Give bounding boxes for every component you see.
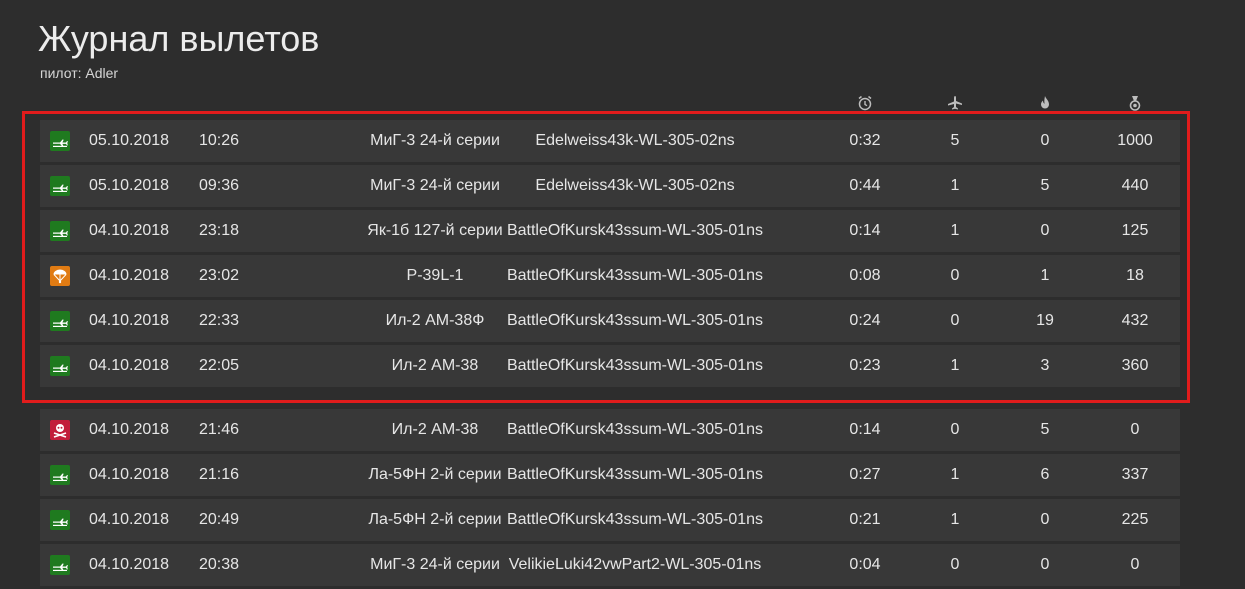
mission-cell: Edelweiss43k-WL-305-02ns <box>535 132 735 149</box>
landed-icon <box>50 131 70 151</box>
ground-kills-cell: 5 <box>1040 177 1050 194</box>
score-cell: 0 <box>1130 421 1140 438</box>
table-gap <box>40 390 1180 409</box>
landed-icon <box>50 555 70 575</box>
score-cell: 0 <box>1130 556 1140 573</box>
time-cell: 10:26 <box>199 132 240 149</box>
date-cell: 04.10.2018 <box>89 222 170 239</box>
air-kills-cell: 1 <box>950 177 960 194</box>
sorties-table: 05.10.2018 10:26 МиГ-3 24-й серии Edelweiss… <box>40 120 1180 589</box>
score-cell: 225 <box>1121 511 1149 528</box>
column-header-icons <box>40 93 1180 113</box>
air-kills-cell: 1 <box>950 222 960 239</box>
table-row[interactable]: 04.10.2018 23:02 P-39L-1 BattleOfKursk43ssu… <box>40 255 1180 297</box>
mission-cell: BattleOfKursk43ssum-WL-305-01ns <box>506 511 764 528</box>
table-row[interactable]: 05.10.2018 09:36 МиГ-3 24-й серии Edelweiss… <box>40 165 1180 207</box>
mission-cell: BattleOfKursk43ssum-WL-305-01ns <box>506 267 764 284</box>
alarm-clock-icon[interactable] <box>855 93 875 113</box>
air-kills-cell: 1 <box>950 357 960 374</box>
table-row[interactable]: 04.10.2018 22:33 Ил-2 АМ-38Ф BattleOfKursk4… <box>40 300 1180 342</box>
airplane-icon[interactable] <box>945 93 965 113</box>
ground-kills-cell: 5 <box>1040 421 1050 438</box>
air-kills-cell: 1 <box>950 511 960 528</box>
pilot-subtitle: пилот: Adler <box>40 65 119 81</box>
landed-icon <box>50 465 70 485</box>
score-cell: 360 <box>1121 357 1149 374</box>
duration-cell: 0:44 <box>849 177 881 194</box>
ground-kills-cell: 1 <box>1040 267 1050 284</box>
score-cell: 337 <box>1121 466 1149 483</box>
table-row[interactable]: 04.10.2018 20:38 МиГ-3 24-й серии VelikieLu… <box>40 544 1180 586</box>
air-kills-cell: 0 <box>950 312 960 329</box>
time-cell: 09:36 <box>199 177 240 194</box>
time-cell: 23:18 <box>199 222 240 239</box>
date-cell: 04.10.2018 <box>89 267 170 284</box>
table-row[interactable]: 04.10.2018 21:46 Ил-2 АМ-38 BattleOfKursk43… <box>40 409 1180 451</box>
score-cell: 18 <box>1126 267 1144 284</box>
time-cell: 22:05 <box>199 357 240 374</box>
duration-cell: 0:23 <box>849 357 881 374</box>
air-kills-cell: 0 <box>950 421 960 438</box>
score-cell: 1000 <box>1117 132 1153 149</box>
duration-cell: 0:32 <box>849 132 881 149</box>
date-cell: 05.10.2018 <box>89 177 170 194</box>
table-row[interactable]: 05.10.2018 10:26 МиГ-3 24-й серии Edelweiss… <box>40 120 1180 162</box>
time-cell: 20:49 <box>199 511 240 528</box>
duration-cell: 0:04 <box>849 556 881 573</box>
date-cell: 04.10.2018 <box>89 556 170 573</box>
ground-kills-cell: 0 <box>1040 511 1050 528</box>
page-title: Журнал вылетов <box>38 18 320 59</box>
ground-kills-cell: 6 <box>1040 466 1050 483</box>
table-row[interactable]: 04.10.2018 22:05 Ил-2 АМ-38 BattleOfKursk43… <box>40 345 1180 387</box>
fire-icon[interactable] <box>1035 93 1055 113</box>
ground-kills-cell: 19 <box>1036 312 1054 329</box>
date-cell: 04.10.2018 <box>89 511 170 528</box>
air-kills-cell: 5 <box>950 132 960 149</box>
mission-cell: BattleOfKursk43ssum-WL-305-01ns <box>506 312 764 329</box>
time-cell: 20:38 <box>199 556 240 573</box>
mission-cell: VelikieLuki42vwPart2-WL-305-01ns <box>508 556 762 573</box>
air-kills-cell: 1 <box>950 466 960 483</box>
duration-cell: 0:14 <box>849 222 881 239</box>
time-cell: 21:16 <box>199 466 240 483</box>
mission-cell: BattleOfKursk43ssum-WL-305-01ns <box>506 222 764 239</box>
air-kills-cell: 0 <box>950 556 960 573</box>
mission-cell: BattleOfKursk43ssum-WL-305-01ns <box>506 357 764 374</box>
air-kills-cell: 0 <box>950 267 960 284</box>
duration-cell: 0:14 <box>849 421 881 438</box>
score-cell: 125 <box>1121 222 1149 239</box>
score-cell: 440 <box>1121 177 1149 194</box>
date-cell: 04.10.2018 <box>89 466 170 483</box>
landed-icon <box>50 356 70 376</box>
landed-icon <box>50 311 70 331</box>
mission-cell: BattleOfKursk43ssum-WL-305-01ns <box>506 421 764 438</box>
duration-cell: 0:27 <box>849 466 881 483</box>
mission-cell: Edelweiss43k-WL-305-02ns <box>535 177 735 194</box>
medal-icon[interactable] <box>1125 93 1145 113</box>
time-cell: 22:33 <box>199 312 240 329</box>
date-cell: 04.10.2018 <box>89 357 170 374</box>
landed-icon <box>50 510 70 530</box>
duration-cell: 0:24 <box>849 312 881 329</box>
skull-icon <box>50 420 70 440</box>
time-cell: 23:02 <box>199 267 240 284</box>
table-row[interactable]: 04.10.2018 23:18 Як-1б 127-й серии BattleOf… <box>40 210 1180 252</box>
duration-cell: 0:21 <box>849 511 881 528</box>
score-cell: 432 <box>1121 312 1149 329</box>
ground-kills-cell: 0 <box>1040 222 1050 239</box>
landed-icon <box>50 176 70 196</box>
mission-cell: BattleOfKursk43ssum-WL-305-01ns <box>506 466 764 483</box>
duration-cell: 0:08 <box>849 267 881 284</box>
parachute-icon <box>50 266 70 286</box>
time-cell: 21:46 <box>199 421 240 438</box>
table-row[interactable]: 04.10.2018 20:49 Ла-5ФН 2-й серии BattleOfK… <box>40 499 1180 541</box>
ground-kills-cell: 0 <box>1040 556 1050 573</box>
date-cell: 04.10.2018 <box>89 421 170 438</box>
ground-kills-cell: 3 <box>1040 357 1050 374</box>
date-cell: 05.10.2018 <box>89 132 170 149</box>
table-row[interactable]: 04.10.2018 21:16 Ла-5ФН 2-й серии BattleOfK… <box>40 454 1180 496</box>
landed-icon <box>50 221 70 241</box>
ground-kills-cell: 0 <box>1040 132 1050 149</box>
date-cell: 04.10.2018 <box>89 312 170 329</box>
